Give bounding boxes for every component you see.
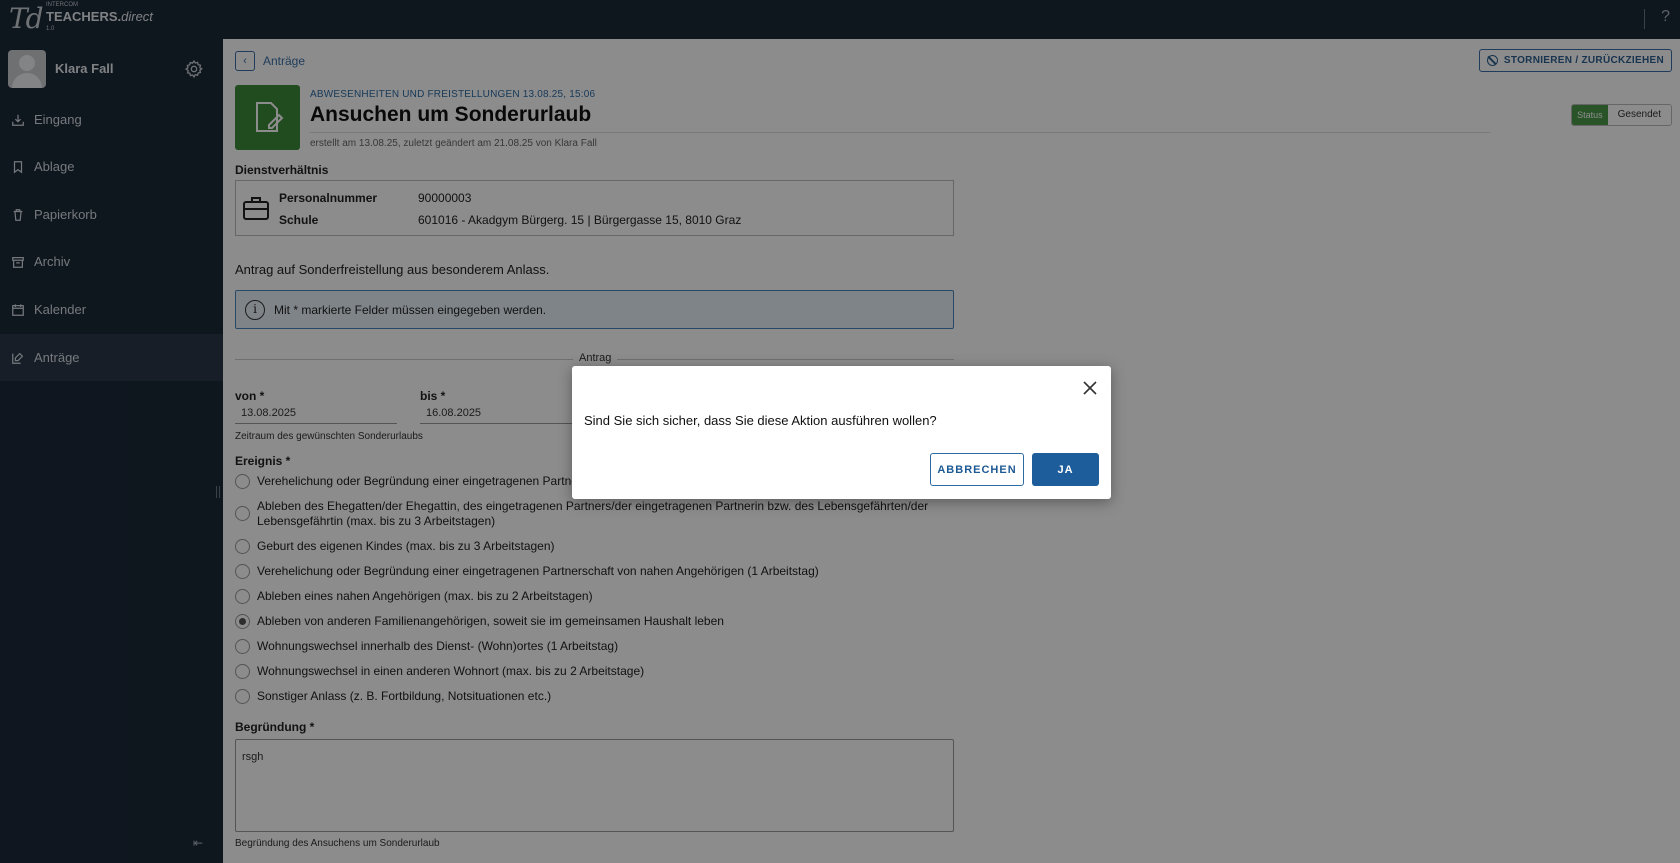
close-icon[interactable] bbox=[1081, 379, 1099, 397]
confirm-dialog: Sind Sie sich sicher, dass Sie diese Akt… bbox=[572, 366, 1111, 499]
abbrechen-button[interactable]: ABBRECHEN bbox=[930, 453, 1024, 486]
ja-button[interactable]: JA bbox=[1032, 453, 1099, 486]
dialog-message: Sind Sie sich sicher, dass Sie diese Akt… bbox=[584, 413, 937, 428]
